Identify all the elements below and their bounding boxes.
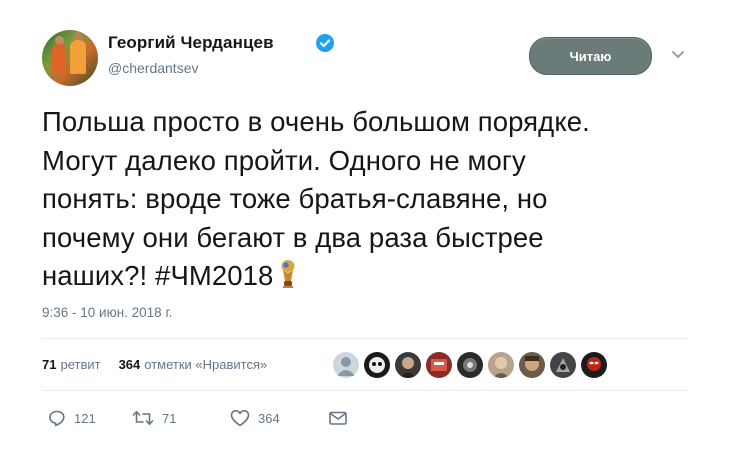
hashtag-link[interactable]: #ЧМ2018: [155, 260, 273, 291]
world-cup-trophy-icon: [281, 260, 295, 288]
liker-avatar[interactable]: [364, 352, 390, 378]
message-action[interactable]: [328, 409, 348, 427]
reply-icon[interactable]: [48, 409, 66, 427]
like-count: 364: [258, 410, 280, 426]
reply-action[interactable]: 121: [48, 409, 132, 427]
author-avatar[interactable]: [42, 30, 98, 86]
tweet-body: Польша просто в очень большом порядке. М…: [42, 106, 590, 291]
likes-label[interactable]: отметки «Нравится»: [144, 357, 267, 372]
tweet-actions: 121 71 364: [48, 409, 348, 427]
liker-avatar[interactable]: [457, 352, 483, 378]
retweets-label[interactable]: ретвит: [60, 357, 100, 372]
retweet-action[interactable]: 71: [132, 409, 230, 427]
liker-avatar[interactable]: [395, 352, 421, 378]
liker-avatars: [333, 352, 607, 378]
heart-icon[interactable]: [230, 409, 250, 427]
liker-avatar[interactable]: [333, 352, 359, 378]
envelope-icon[interactable]: [328, 409, 348, 427]
retweet-count: 71: [162, 410, 177, 426]
chevron-down-icon[interactable]: [671, 50, 685, 60]
liker-avatar[interactable]: [581, 352, 607, 378]
like-action[interactable]: 364: [230, 409, 328, 427]
following-button[interactable]: Читаю: [529, 37, 652, 75]
reply-count: 121: [74, 410, 96, 426]
liker-avatar[interactable]: [426, 352, 452, 378]
tweet-text: Польша просто в очень большом порядке. М…: [42, 103, 702, 296]
verified-badge-icon: [316, 34, 334, 52]
liker-avatar[interactable]: [550, 352, 576, 378]
retweet-icon[interactable]: [132, 409, 154, 427]
likes-count[interactable]: 364: [119, 357, 141, 372]
divider: [42, 338, 688, 339]
liker-avatar[interactable]: [488, 352, 514, 378]
author-handle[interactable]: @cherdantsev: [108, 60, 198, 76]
liker-avatar[interactable]: [519, 352, 545, 378]
divider: [42, 390, 688, 391]
author-name[interactable]: Георгий Черданцев: [108, 33, 274, 53]
engagement-stats: 71 ретвит 364 отметки «Нравится»: [42, 357, 267, 372]
tweet-timestamp[interactable]: 9:36 - 10 июн. 2018 г.: [42, 305, 172, 320]
retweets-count[interactable]: 71: [42, 357, 56, 372]
